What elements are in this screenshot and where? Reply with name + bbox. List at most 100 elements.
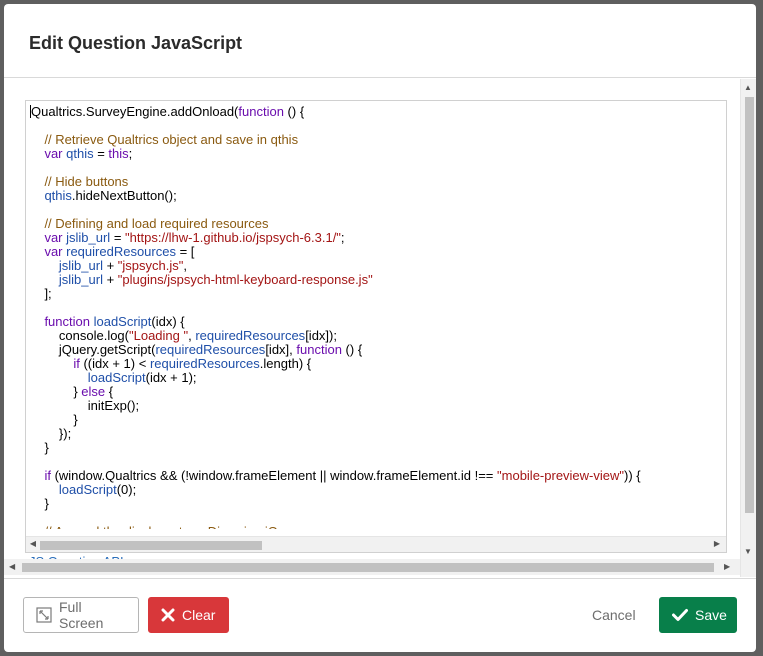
code-line[interactable]: var jslib_url = "https://lhw-1.github.io… [30,231,712,245]
code-token: [idx], [265,342,297,357]
code-line[interactable]: } [30,413,712,427]
code-line[interactable]: ​ [30,203,712,217]
editor-scroll-thumb[interactable] [40,541,262,550]
cancel-button[interactable]: Cancel [584,597,646,633]
code-token: console.log( [30,328,129,343]
code-line[interactable]: // Hide buttons [30,175,712,189]
code-line[interactable]: jQuery.getScript(requiredResources[idx],… [30,343,712,357]
scroll-left-icon[interactable]: ◀ [9,562,15,571]
code-line[interactable]: Qualtrics.SurveyEngine.addOnload(functio… [30,105,712,119]
code-line[interactable]: ​ [30,119,712,133]
code-token: jslib_url [30,272,103,287]
body-horizontal-scrollbar[interactable]: ◀ ▶ [4,559,740,575]
code-token: requiredResources [66,244,176,259]
code-token: var [30,230,67,245]
code-token: "mobile-preview-view" [497,468,625,483]
vertical-scroll-thumb[interactable] [745,97,754,513]
code-line[interactable]: ​ [30,455,712,469]
code-token: ]; [30,286,52,301]
code-token: loadScript [30,482,117,497]
code-line[interactable]: // Append the display_stage Div using jQ… [30,525,712,530]
code-token: var [30,146,67,161]
code-token: "Loading " [129,328,189,343]
scroll-left-icon[interactable]: ◀ [28,539,38,548]
code-line[interactable]: jslib_url + "plugins/jspsych-html-keyboa… [30,273,712,287]
code-token: )) { [624,468,641,483]
code-line[interactable]: jslib_url + "jspsych.js", [30,259,712,273]
code-token: if [30,356,84,371]
code-line[interactable]: var requiredResources = [ [30,245,712,259]
code-token: jslib_url [66,230,111,245]
code-token: // Defining and load required resources [30,216,269,231]
body-vertical-scrollbar[interactable]: ▲ ▼ [740,79,756,577]
code-token: = [110,230,126,245]
code-token: requiredResources [195,328,306,343]
code-token: qthis [66,146,94,161]
code-line[interactable]: var qthis = this; [30,147,712,161]
code-token: , [183,258,187,273]
clear-label: Clear [182,607,216,623]
code-line[interactable]: loadScript(idx + 1); [30,371,712,385]
editor-horizontal-scrollbar[interactable]: ◀ ▶ [26,536,726,552]
scroll-right-icon[interactable]: ▶ [724,562,730,571]
code-token: ; [340,230,345,245]
code-token: "https://lhw-1.github.io/jspsych-6.3.1/" [125,230,341,245]
expand-icon [36,607,52,623]
code-line[interactable]: if (window.Qualtrics && (!window.frameEl… [30,469,712,483]
code-editor[interactable]: Qualtrics.SurveyEngine.addOnload(functio… [25,100,727,553]
code-token: () { [341,342,363,357]
code-token: requiredResources [149,356,260,371]
code-token: this [108,146,129,161]
full-screen-button[interactable]: Full Screen [23,597,139,633]
scroll-up-icon[interactable]: ▲ [744,83,752,92]
code-token: ((idx + 1) < [83,356,150,371]
body-scroll-thumb[interactable] [22,563,714,572]
code-token: function [30,314,94,329]
code-line[interactable]: ​ [30,301,712,315]
code-token: loadScript [93,314,152,329]
code-token: jslib_url [30,258,103,273]
clear-button[interactable]: Clear [148,597,229,633]
code-line[interactable]: console.log("Loading ", requiredResource… [30,329,712,343]
code-token: // Hide buttons [30,174,129,189]
code-token: if [30,468,55,483]
dialog-body: Qualtrics.SurveyEngine.addOnload(functio… [4,79,756,577]
code-line[interactable]: } [30,441,712,455]
code-token: Qualtrics.SurveyEngine.addOnload( [31,105,239,119]
code-line[interactable]: ​ [30,511,712,525]
code-line[interactable]: loadScript(0); [30,483,712,497]
code-token: ; [128,146,133,161]
check-icon [672,608,688,622]
dialog-header: Edit Question JavaScript [4,4,756,78]
code-line[interactable]: qthis.hideNextButton(); [30,189,712,203]
code-token: else [81,384,106,399]
code-token: = [93,146,109,161]
code-token: "plugins/jspsych-html-keyboard-response.… [117,272,373,287]
code-line[interactable]: ]; [30,287,712,301]
code-line[interactable]: initExp(); [30,399,712,413]
code-token: (idx) { [151,314,185,329]
code-token: jQuery.getScript( [30,342,156,357]
save-button[interactable]: Save [659,597,737,633]
code-token: function [296,342,342,357]
full-screen-label: Full Screen [59,599,104,631]
code-line[interactable]: function loadScript(idx) { [30,315,712,329]
dialog-footer: Full Screen Clear Cancel Save [4,578,756,652]
code-line[interactable]: ​ [30,161,712,175]
code-line[interactable]: if ((idx + 1) < requiredResources.length… [30,357,712,371]
code-token: [idx]); [305,328,337,343]
code-line[interactable]: // Defining and load required resources [30,217,712,231]
code-area[interactable]: Qualtrics.SurveyEngine.addOnload(functio… [30,105,712,529]
scroll-right-icon[interactable]: ▶ [712,539,722,548]
code-token: } [30,496,49,511]
code-token: .hideNextButton(); [71,188,177,203]
save-label: Save [695,607,727,623]
code-token: } [30,384,82,399]
code-line[interactable]: } else { [30,385,712,399]
scroll-down-icon[interactable]: ▼ [744,547,752,556]
code-line[interactable]: // Retrieve Qualtrics object and save in… [30,133,712,147]
code-line[interactable]: }); [30,427,712,441]
code-line[interactable]: } [30,497,712,511]
code-token: = [ [175,244,195,259]
code-token: function [238,105,284,119]
